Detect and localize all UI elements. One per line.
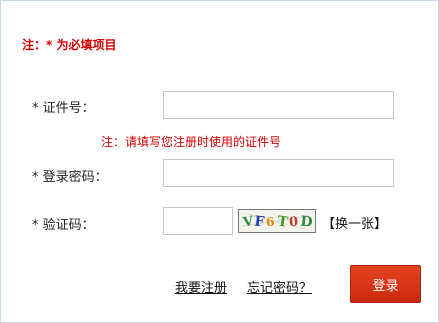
captcha-char: F (254, 214, 266, 231)
password-input[interactable] (163, 159, 394, 187)
password-label: * 登录密码： (32, 170, 108, 185)
captcha-image[interactable]: VF6T0D (238, 209, 316, 233)
register-link[interactable]: 我要注册 (175, 277, 227, 296)
captcha-glyphs: VF6T0D (241, 214, 314, 231)
captcha-label: * 验证码： (32, 218, 95, 233)
captcha-char: T (276, 214, 289, 231)
captcha-char: D (300, 214, 314, 231)
id-number-input[interactable] (163, 91, 394, 119)
login-button[interactable]: 登录 (350, 265, 421, 303)
forgot-password-link[interactable]: 忘记密码？ (247, 277, 312, 296)
id-number-label: * 证件号： (32, 101, 95, 116)
refresh-captcha-link[interactable]: 【换一张】 (322, 213, 387, 232)
id-number-hint: 注：请填写您注册时使用的证件号 (101, 135, 282, 149)
captcha-input[interactable] (163, 207, 233, 235)
captcha-char: 0 (289, 215, 299, 231)
captcha-char: 6 (265, 215, 275, 230)
required-notice: 注：* 为必填项目 (22, 38, 117, 52)
